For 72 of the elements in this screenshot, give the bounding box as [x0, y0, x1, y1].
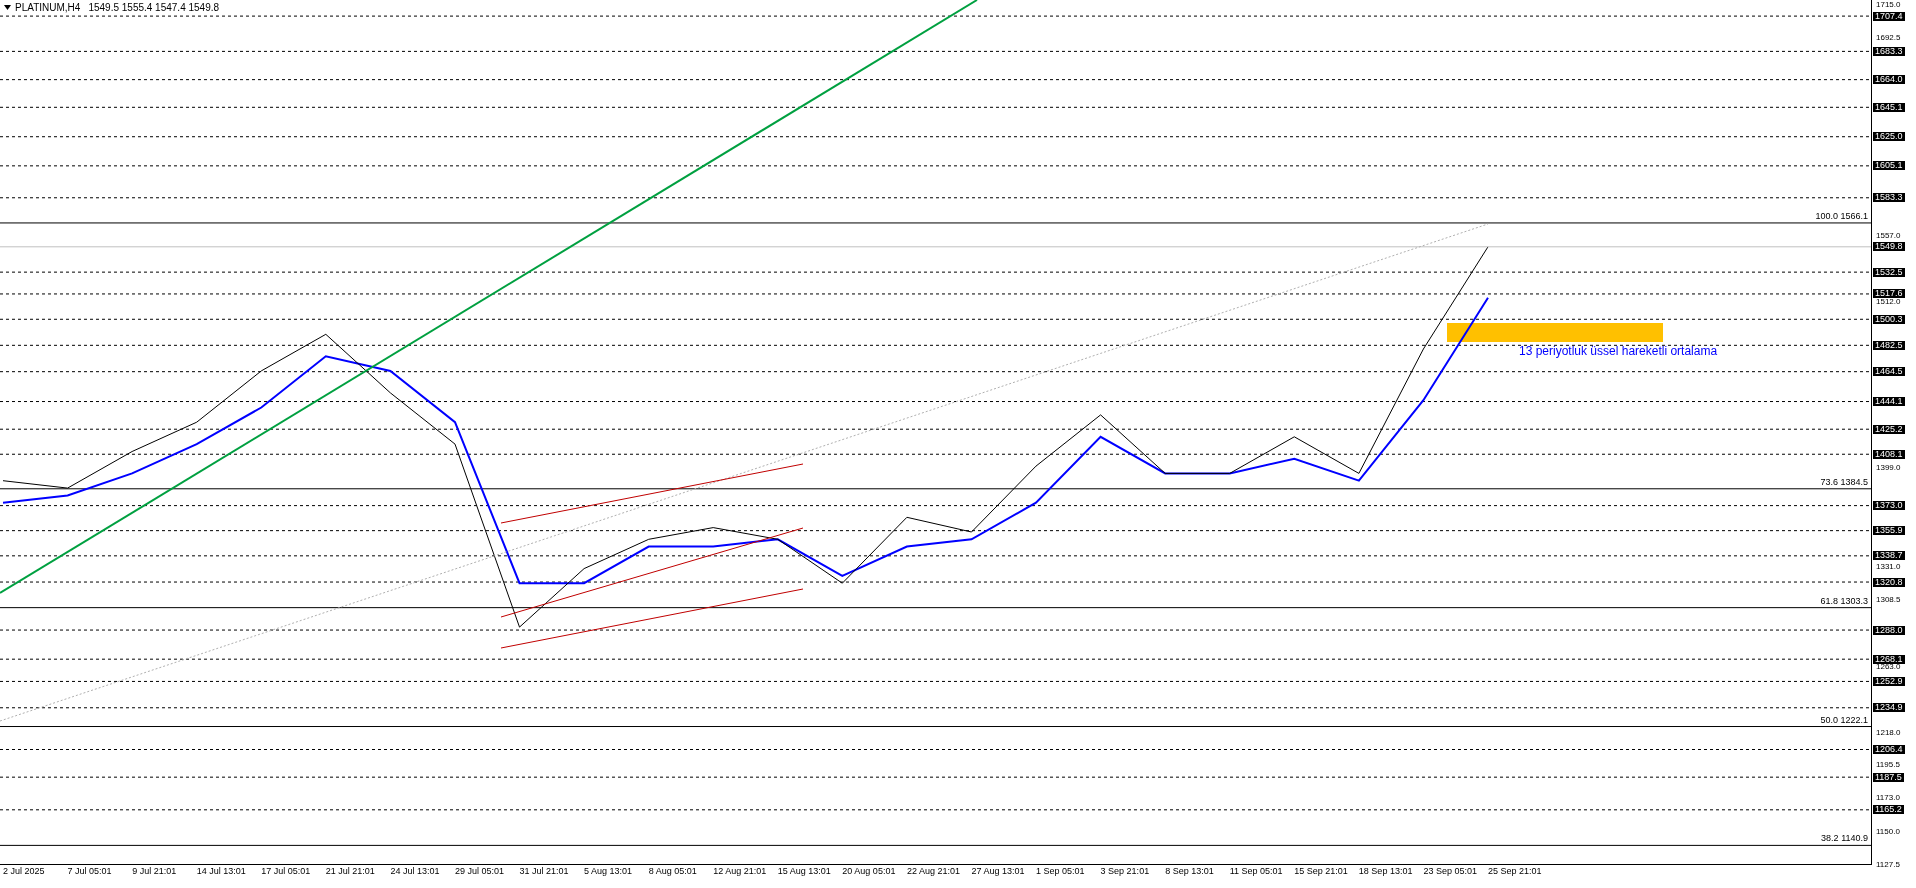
price-axis-label: 1173.0	[1876, 794, 1900, 803]
time-axis-label: 1 Sep 05:01	[1036, 866, 1085, 876]
price-axis-label: 1308.5	[1876, 596, 1901, 605]
price-level-tag: 1165.2	[1873, 805, 1904, 815]
fibonacci-level-label: 61.8 1303.3	[1820, 595, 1868, 607]
time-axis-label: 24 Jul 13:01	[390, 866, 440, 876]
time-axis-label: 15 Sep 21:01	[1294, 866, 1348, 876]
price-level-tag: 1425.2	[1873, 424, 1905, 434]
time-axis-label: 27 Aug 13:01	[971, 866, 1025, 876]
time-axis-label: 12 Aug 21:01	[713, 866, 767, 876]
price-level-tag: 1482.5	[1873, 340, 1905, 350]
price-axis-label: 1715.0	[1876, 0, 1901, 9]
symbol-label: PLATINUM,H4	[15, 2, 81, 13]
price-level-tag: 1517.6	[1873, 289, 1905, 299]
time-axis-label: 14 Jul 13:01	[196, 866, 246, 876]
fibonacci-level-label: 100.0 1566.1	[1815, 210, 1868, 222]
time-axis-label: 25 Sep 21:01	[1488, 866, 1542, 876]
annotation-text: 13 periyotluk üssel hareketli ortalama	[1519, 344, 1718, 358]
price-level-tag: 1338.7	[1873, 551, 1905, 561]
price-level-tag: 1664.0	[1873, 75, 1905, 85]
price-axis-label: 1218.0	[1876, 728, 1901, 737]
price-level-tag: 1605.1	[1873, 161, 1905, 171]
price-level-tag: 1707.4	[1873, 11, 1905, 21]
price-axis-label: 1263.0	[1876, 662, 1901, 671]
price-axis-label: 1692.5	[1876, 33, 1901, 42]
time-axis-label: 17 Jul 05:01	[261, 866, 311, 876]
price-axis-label: 1331.0	[1876, 563, 1901, 572]
price-axis-label: 1150.0	[1876, 828, 1900, 837]
price-axis-label: 1557.0	[1876, 232, 1901, 241]
price-level-tag: 1625.0	[1873, 132, 1905, 142]
price-level-tag: 1206.4	[1873, 745, 1905, 754]
price-level-tag: 1288.0	[1873, 625, 1905, 635]
price-level-tag: 1187.5	[1873, 772, 1904, 782]
price-level-tag: 1683.3	[1873, 46, 1905, 56]
time-axis-label: 31 Jul 21:01	[519, 866, 569, 876]
time-axis-label: 9 Jul 21:01	[132, 866, 177, 876]
fibonacci-level-label: 73.6 1384.5	[1820, 476, 1868, 488]
price-level-tag: 1252.9	[1873, 676, 1905, 686]
price-level-tag: 1464.5	[1873, 367, 1905, 377]
price-level-tag: 1583.3	[1873, 193, 1905, 203]
time-axis-label: 23 Sep 05:01	[1423, 866, 1477, 876]
price-level-tag: 1355.9	[1873, 526, 1905, 536]
ohlc-values: 1549.5 1555.4 1547.4 1549.8	[88, 2, 220, 13]
price-level-tag: 1408.1	[1873, 449, 1905, 459]
time-axis-label: 3 Sep 21:01	[1100, 866, 1150, 876]
time-axis-label: 5 Aug 13:01	[584, 866, 633, 876]
price-level-tag: 1500.3	[1873, 314, 1905, 324]
price-level-tag: 1444.1	[1873, 397, 1905, 407]
price-level-tag: 1532.5	[1873, 267, 1905, 277]
price-level-tag: 1373.0	[1873, 501, 1905, 511]
time-axis-label: 7 Jul 05:01	[67, 866, 112, 876]
time-axis-label: 11 Sep 05:01	[1229, 866, 1283, 876]
price-level-tag: 1645.1	[1873, 102, 1905, 112]
price-axis-label: 1127.5	[1876, 861, 1900, 869]
time-axis-label: 8 Aug 05:01	[648, 866, 697, 876]
price-level-tag: 1234.9	[1873, 703, 1905, 713]
fibonacci-level-label: 50.0 1222.1	[1820, 714, 1868, 726]
price-level-tag: 1320.8	[1873, 577, 1905, 587]
time-axis-label: 8 Sep 13:01	[1165, 866, 1214, 876]
price-axis-label: 1399.0	[1876, 463, 1901, 472]
price-level-tag: 1268.1	[1873, 654, 1905, 664]
price-axis-label: 1512.0	[1876, 298, 1901, 307]
current-price-tag: 1549.8	[1873, 242, 1905, 252]
time-axis-label: 18 Sep 13:01	[1358, 866, 1413, 876]
time-axis-label: 22 Aug 21:01	[906, 866, 960, 876]
time-axis-label: 2 Jul 2025	[3, 866, 45, 876]
time-axis-label: 20 Aug 05:01	[842, 866, 896, 876]
time-axis-label: 29 Jul 05:01	[454, 866, 504, 876]
fibonacci-level-label: 38.2 1140.9	[1821, 833, 1868, 845]
price-axis-label: 1195.5	[1876, 761, 1900, 770]
time-axis-label: 15 Aug 13:01	[777, 866, 831, 876]
time-axis-label: 21 Jul 21:01	[325, 866, 375, 876]
